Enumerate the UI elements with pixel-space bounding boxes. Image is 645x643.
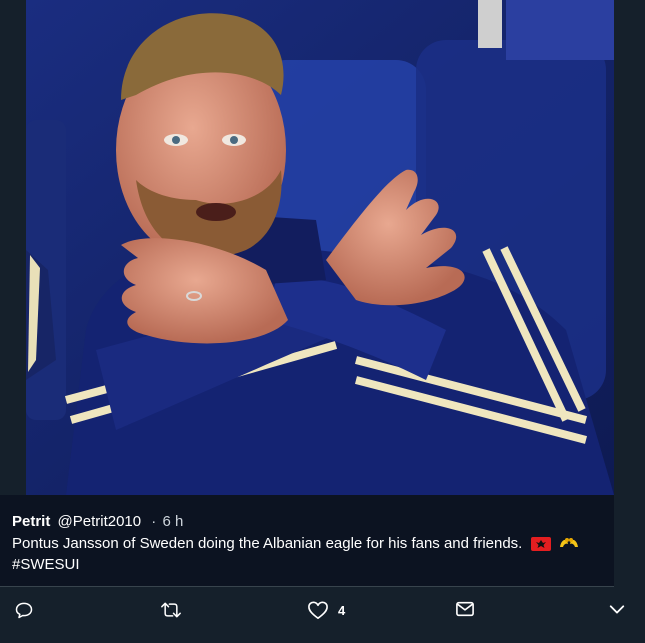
envelope-icon bbox=[455, 600, 475, 618]
user-handle[interactable]: @Petrit2010 bbox=[58, 513, 142, 530]
reply-button[interactable] bbox=[14, 600, 34, 620]
action-bar: 4 bbox=[0, 600, 645, 636]
separator-dot: · bbox=[151, 513, 157, 530]
flexed-arms-icon bbox=[559, 537, 579, 555]
more-options-button[interactable] bbox=[608, 600, 626, 618]
hashtag-link[interactable]: #SWESUI bbox=[12, 556, 80, 573]
reply-icon bbox=[14, 600, 34, 620]
tweet-text: Pontus Jansson of Sweden doing the Alban… bbox=[12, 535, 579, 555]
heart-icon bbox=[307, 600, 329, 620]
tweet-header: Petrit @Petrit2010 · 6 h bbox=[12, 513, 183, 530]
timestamp[interactable]: 6 h bbox=[162, 513, 183, 530]
player-photo-illustration bbox=[26, 0, 614, 495]
flag-albania-icon bbox=[530, 537, 551, 555]
tweet-photo[interactable] bbox=[26, 0, 614, 495]
retweet-button[interactable] bbox=[160, 600, 182, 620]
like-button[interactable]: 4 bbox=[307, 600, 345, 620]
tweet-card[interactable]: Petrit @Petrit2010 · 6 h Pontus Jansson … bbox=[0, 0, 645, 643]
like-count: 4 bbox=[338, 602, 346, 618]
tweet-text-body: Pontus Jansson of Sweden doing the Alban… bbox=[12, 535, 523, 552]
display-name[interactable]: Petrit bbox=[12, 513, 50, 530]
hashtag-line: #SWESUI bbox=[12, 556, 80, 573]
tweet-meta: Petrit @Petrit2010 · 6 h Pontus Jansson … bbox=[0, 495, 614, 587]
retweet-icon bbox=[160, 600, 182, 620]
direct-message-button[interactable] bbox=[455, 600, 475, 618]
chevron-down-icon bbox=[608, 600, 626, 618]
divider bbox=[0, 586, 614, 587]
